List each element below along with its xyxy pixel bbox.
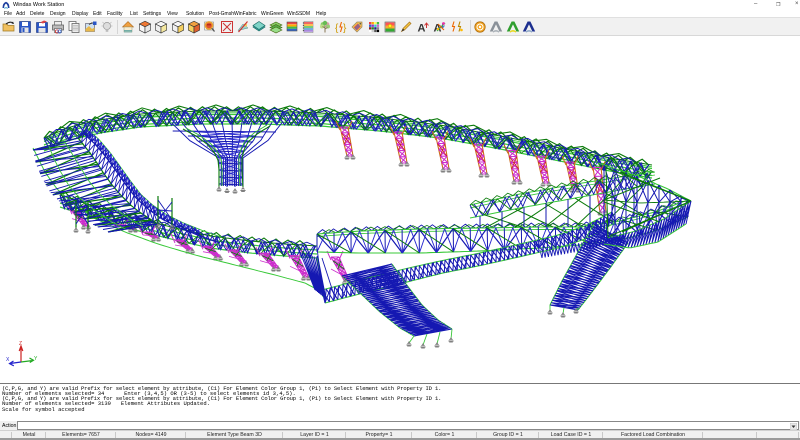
svg-text:X: X: [6, 357, 10, 363]
svg-text:Y: Y: [34, 356, 38, 362]
svg-text:A: A: [417, 23, 425, 35]
svg-text:{: {: [335, 23, 339, 34]
svg-text:}: }: [343, 23, 347, 34]
svg-text:Z: Z: [19, 341, 22, 347]
